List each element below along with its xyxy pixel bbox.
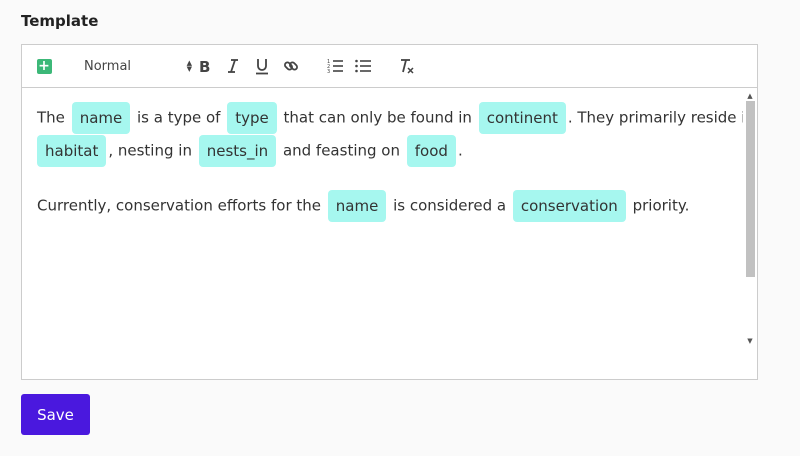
template-line-3: Currently, conservation efforts for the …	[37, 188, 689, 223]
ordered-list-button[interactable]: 1 2 3	[325, 45, 345, 87]
link-button[interactable]	[281, 45, 301, 87]
template-text: is a type of	[137, 108, 221, 127]
variable-chip-nests-in[interactable]: nests_in	[198, 134, 277, 167]
template-text: The	[37, 108, 65, 127]
bold-icon: B	[199, 58, 210, 74]
svg-text:3: 3	[327, 69, 330, 74]
template-text: Currently, conservation efforts for the	[37, 196, 322, 215]
variable-chip-name[interactable]: name	[327, 189, 387, 222]
template-text: is considered a	[393, 196, 507, 215]
template-editor[interactable]: + Normal ▲ ▼ B 1 2 3 The name is a type …	[21, 44, 758, 380]
variable-chip-continent[interactable]: continent	[478, 101, 566, 134]
editor-content[interactable]: The name is a type of type that can only…	[22, 88, 743, 379]
save-button[interactable]: Save	[21, 394, 90, 435]
ordered-list-icon: 1 2 3	[327, 59, 343, 74]
format-select-value: Normal	[84, 58, 132, 74]
variable-chip-name[interactable]: name	[71, 101, 131, 134]
underline-icon	[256, 58, 268, 74]
plus-square-icon: +	[36, 57, 52, 74]
clear-format-icon	[401, 58, 414, 74]
select-caret-icon: ▲ ▼	[186, 59, 192, 73]
italic-icon	[228, 59, 238, 73]
svg-text:B: B	[199, 58, 210, 74]
clear-format-button[interactable]	[397, 45, 417, 87]
template-text: priority.	[632, 196, 690, 215]
variable-chip-type[interactable]: type	[227, 101, 277, 134]
insert-variable-button[interactable]: +	[36, 45, 52, 87]
bold-button[interactable]: B	[196, 45, 214, 87]
template-text: . They primarily reside in	[567, 108, 743, 127]
template-line-1: The name is a type of type that can only…	[37, 100, 743, 135]
scroll-down-arrow-icon[interactable]: ▼	[743, 335, 757, 347]
link-icon	[284, 61, 298, 71]
template-text: , nesting in	[108, 141, 192, 160]
variable-chip-food[interactable]: food	[406, 134, 456, 167]
underline-button[interactable]	[253, 45, 271, 87]
bullet-list-icon	[355, 59, 371, 73]
variable-chip-habitat[interactable]: habitat	[37, 134, 107, 167]
section-label: Template	[21, 12, 99, 30]
template-line-2: habitat, nesting in nests_in and feastin…	[37, 133, 463, 168]
template-text: and feasting on	[282, 141, 400, 160]
editor-toolbar: + Normal ▲ ▼ B 1 2 3	[22, 45, 757, 88]
template-text: .	[457, 141, 463, 160]
bullet-list-button[interactable]	[353, 45, 373, 87]
format-select[interactable]: Normal ▲ ▼	[82, 45, 196, 87]
editor-scrollbar[interactable]: ▲ ▼	[743, 88, 757, 379]
template-text: that can only be found in	[283, 108, 472, 127]
italic-button[interactable]	[224, 45, 242, 87]
variable-chip-conservation[interactable]: conservation	[512, 189, 626, 222]
scrollbar-thumb[interactable]	[746, 101, 755, 277]
